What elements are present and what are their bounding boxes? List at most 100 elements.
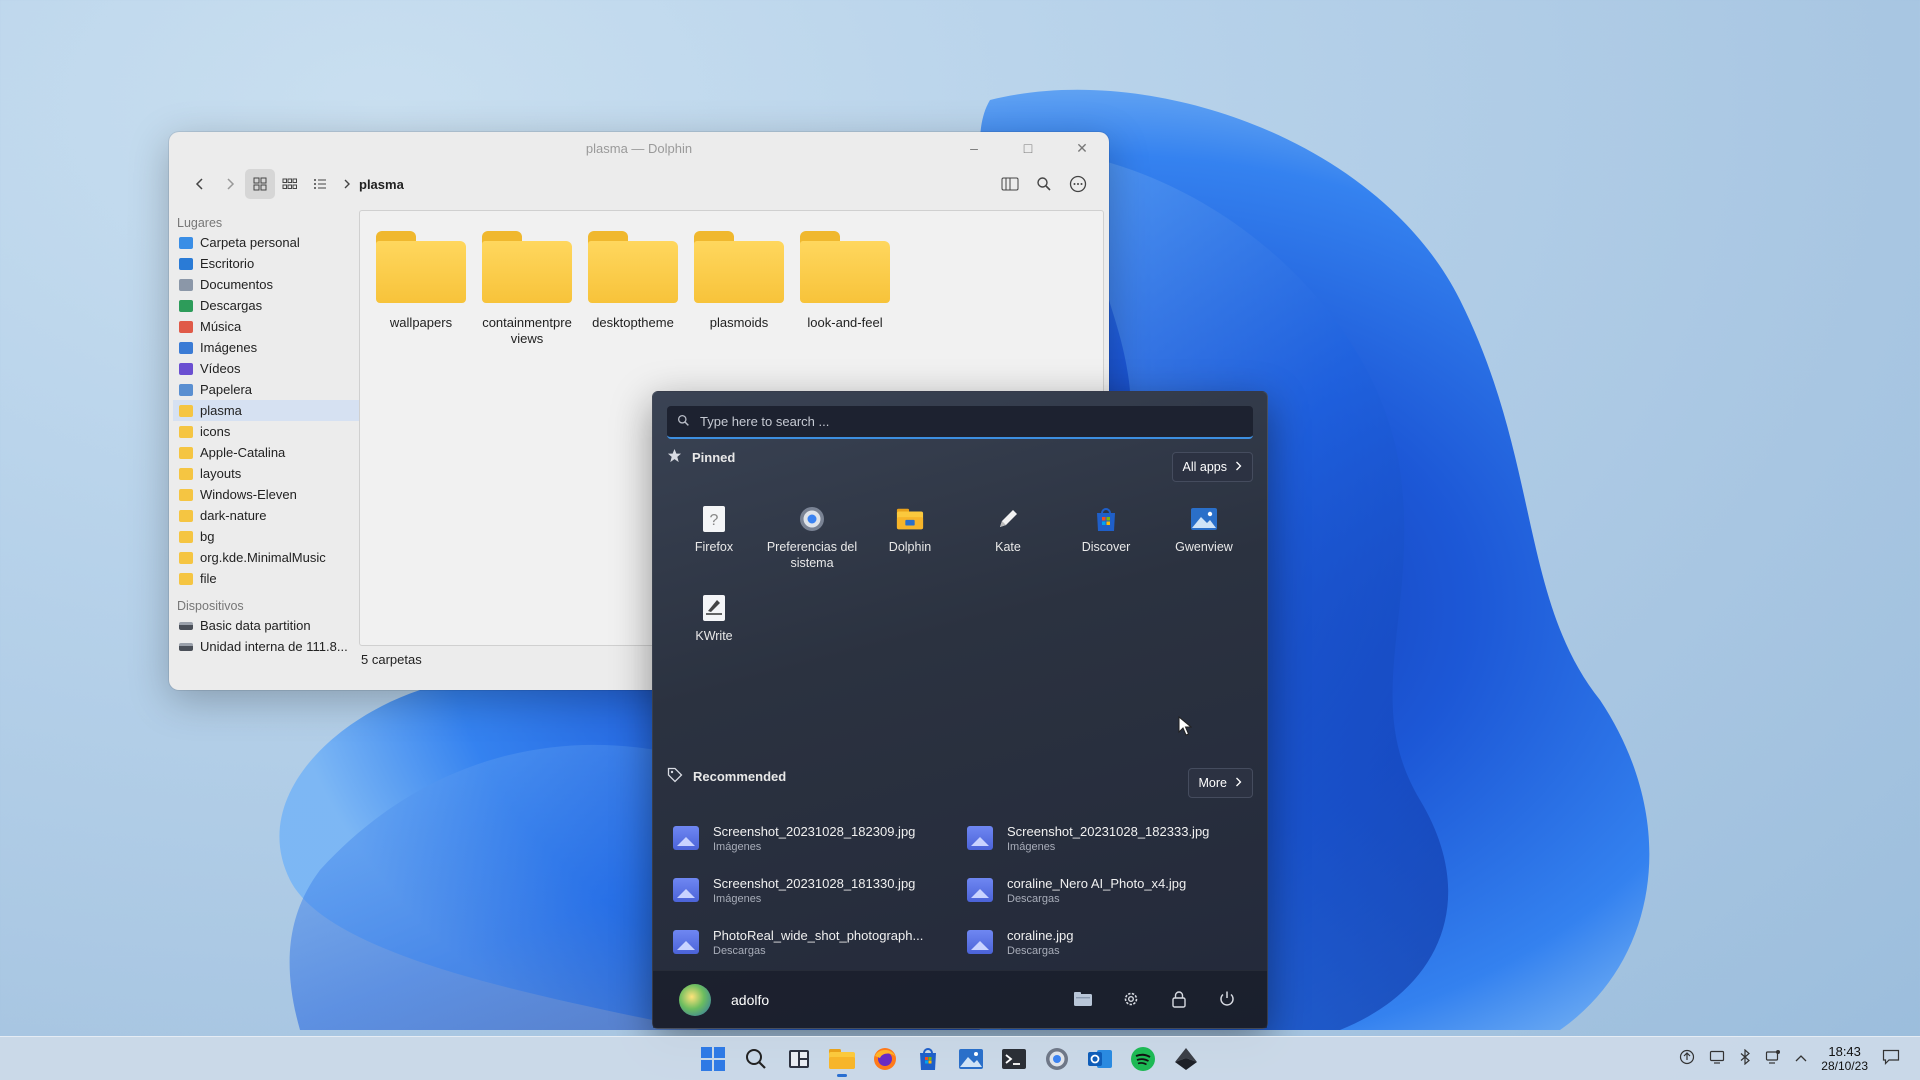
sidebar-device[interactable]: Unidad interna de 111.8... [169,636,359,657]
gwenview-icon[interactable] [952,1041,990,1077]
pinned-app-dolphin[interactable]: Dolphin [861,497,959,586]
discover-icon[interactable] [909,1041,947,1077]
more-button[interactable]: More [1187,768,1253,798]
sidebar-item-windows-eleven[interactable]: Windows-Eleven [169,484,359,505]
pinned-app-kwrite[interactable]: KWrite [665,586,763,675]
start-icon[interactable] [694,1041,732,1077]
recommended-item[interactable]: Screenshot_20231028_182333.jpg Imágenes [961,812,1255,864]
split-view-icon[interactable] [995,169,1025,199]
pinned-app-firefox[interactable]: ? Firefox [665,497,763,586]
folder-item[interactable]: containmentpreviews [474,231,580,347]
recommended-item[interactable]: Screenshot_20231028_182309.jpg Imágenes [667,812,961,864]
folder-label: desktoptheme [592,315,674,330]
menu-icon[interactable] [1063,169,1093,199]
pinned-app-discover[interactable]: Discover [1057,497,1155,586]
network-icon[interactable] [1765,1049,1781,1070]
sidebar-item-v-deos[interactable]: Vídeos [169,358,359,379]
folder-item[interactable]: plasmoids [686,231,792,347]
outlook-icon[interactable] [1081,1041,1119,1077]
avatar[interactable] [679,983,711,1016]
notifications-icon[interactable] [1882,1049,1900,1070]
system-settings-icon [798,505,826,533]
settings-gear-icon[interactable] [1117,985,1145,1013]
power-icon[interactable] [1213,985,1241,1013]
sidebar-item-im-genes[interactable]: Imágenes [169,337,359,358]
all-apps-label: All apps [1182,460,1227,474]
pinned-app-preferencias-del-sistema[interactable]: Preferencias del sistema [763,497,861,586]
update-icon[interactable] [1679,1049,1695,1070]
sidebar-item-dark-nature[interactable]: dark-nature [169,505,359,526]
dolphin-folder-icon [896,505,924,533]
app-label: Firefox [694,540,734,554]
trash-icon [179,383,193,396]
window-titlebar[interactable]: plasma — Dolphin – □ ✕ [169,132,1109,164]
terminal-icon[interactable] [995,1041,1033,1077]
sidebar-item-plasma[interactable]: plasma [173,400,359,421]
folder-item[interactable]: desktoptheme [580,231,686,347]
sidebar-item-carpeta-personal[interactable]: Carpeta personal [169,232,359,253]
recommended-file-name: Screenshot_20231028_182309.jpg [713,823,916,839]
sidebar-item-apple-catalina[interactable]: Apple-Catalina [169,442,359,463]
sidebar-item-escritorio[interactable]: Escritorio [169,253,359,274]
image-file-icon [673,930,699,954]
icons-view-icon[interactable] [245,169,275,199]
pinned-app-gwenview[interactable]: Gwenview [1155,497,1253,586]
image-file-icon [967,878,993,902]
spotify-icon[interactable] [1124,1041,1162,1077]
sidebar-item-documentos[interactable]: Documentos [169,274,359,295]
app-label: Discover [1081,540,1131,554]
display-icon[interactable] [1709,1049,1725,1070]
image-file-icon [967,930,993,954]
recommended-item[interactable]: Screenshot_20231028_181330.jpg Imágenes [667,864,961,916]
recommended-item[interactable]: coraline.jpg Descargas [961,916,1255,968]
recommended-item[interactable]: PhotoReal_wide_shot_photograph... Descarg… [667,916,961,968]
details-view-icon[interactable] [305,169,335,199]
clock[interactable]: 18:43 28/10/23 [1821,1044,1868,1074]
devices-header: Dispositivos [177,599,244,613]
search-input[interactable]: Type here to search ... [667,406,1253,439]
folder-icon [179,425,193,438]
sidebar-item-label: plasma [200,403,242,418]
search-icon[interactable] [1029,169,1059,199]
maximize-icon[interactable]: □ [1011,134,1045,162]
minimize-icon[interactable]: – [957,134,991,162]
recommended-file-location: Descargas [1007,944,1060,957]
app-label: Gwenview [1175,540,1233,554]
folder-item[interactable]: wallpapers [368,231,474,347]
bluetooth-icon[interactable] [1739,1048,1751,1070]
pinned-app-kate[interactable]: Kate [959,497,1057,586]
sidebar-item-icons[interactable]: icons [169,421,359,442]
lock-icon[interactable] [1165,985,1193,1013]
folder-icon[interactable] [1069,985,1097,1013]
kde-icon[interactable] [1167,1041,1205,1077]
back-icon[interactable] [185,169,215,199]
settings-icon[interactable] [1038,1041,1076,1077]
all-apps-button[interactable]: All apps [1171,452,1253,482]
recommended-item[interactable]: coraline_Nero AI_Photo_x4.jpg Descargas [961,864,1255,916]
sidebar-item-m-sica[interactable]: Música [169,316,359,337]
forward-icon[interactable] [215,169,245,199]
sidebar-item-papelera[interactable]: Papelera [169,379,359,400]
folder-item[interactable]: look-and-feel [792,231,898,347]
search-icon[interactable] [737,1041,775,1077]
chevron-up-icon[interactable] [1795,1050,1807,1068]
sidebar-item-descargas[interactable]: Descargas [169,295,359,316]
file-manager-icon[interactable] [823,1041,861,1077]
compact-view-icon[interactable] [275,169,305,199]
firefox-icon[interactable] [866,1041,904,1077]
sidebar-item-org-kde-minimalmusic[interactable]: org.kde.MinimalMusic [169,547,359,568]
user-name[interactable]: adolfo [731,992,769,1008]
widgets-icon[interactable] [780,1041,818,1077]
folder-icon [179,572,193,585]
toolbar: plasma [169,164,1109,204]
sidebar-item-layouts[interactable]: layouts [169,463,359,484]
sidebar-device[interactable]: Basic data partition [169,615,359,636]
breadcrumb-current[interactable]: plasma [359,177,404,192]
breadcrumb[interactable]: plasma [343,177,404,192]
kwrite-icon [700,594,728,622]
recommended-file-name: Screenshot_20231028_181330.jpg [713,875,916,891]
recommended-file-name: coraline.jpg [1007,927,1074,943]
sidebar-item-file[interactable]: file [169,568,359,589]
sidebar-item-bg[interactable]: bg [169,526,359,547]
close-icon[interactable]: ✕ [1065,134,1099,162]
